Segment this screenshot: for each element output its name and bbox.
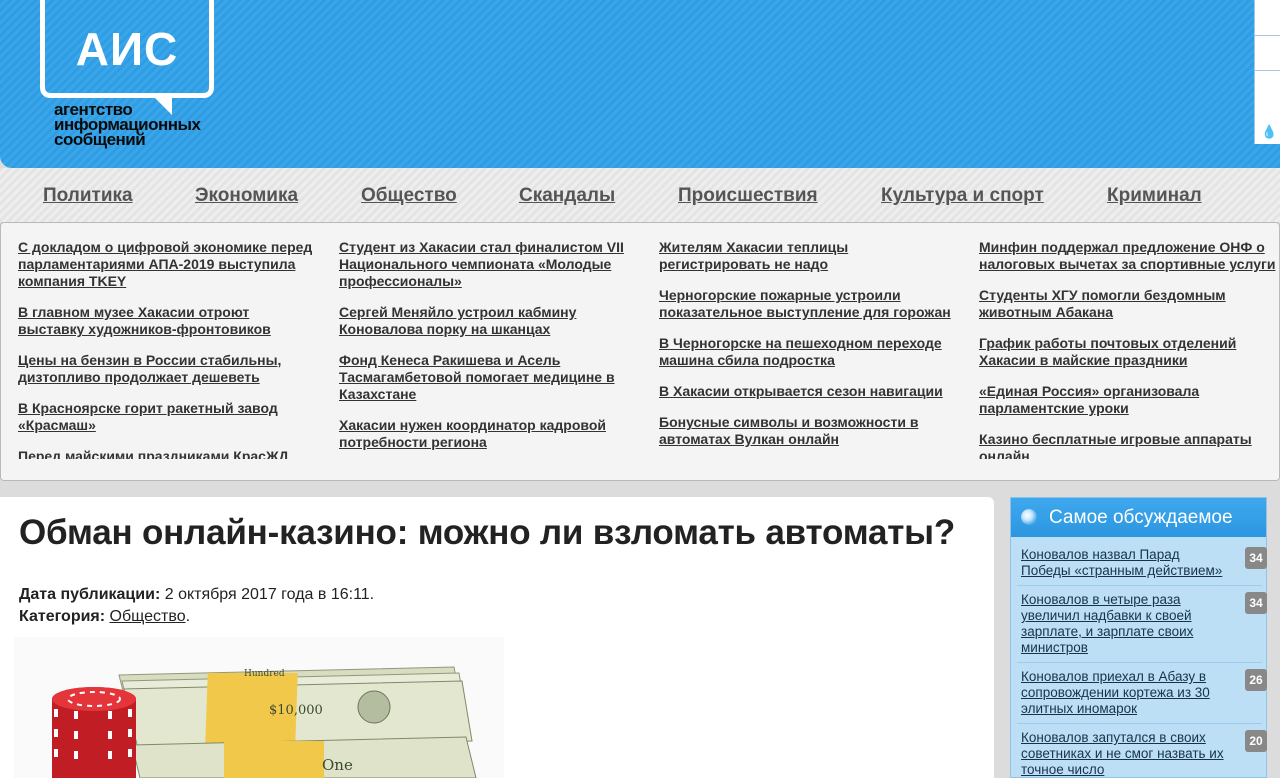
logo-subtitle-line: сообщений xyxy=(54,130,146,149)
discussed-item: Коновалов приехал в Абазу в сопровождени… xyxy=(1021,669,1267,717)
category-suffix: . xyxy=(185,608,191,625)
news-column: Минфин поддержал предложение ОНФ о налог… xyxy=(979,239,1279,459)
casino-chips xyxy=(52,687,136,778)
news-column: Студент из Хакасии стал финалистом VII Н… xyxy=(339,239,639,459)
comment-count-badge: 34 xyxy=(1245,547,1267,569)
discussed-item: Коновалов запутался в своих советниках и… xyxy=(1021,730,1267,778)
news-link[interactable]: Студенты ХГУ помогли бездомным животным … xyxy=(979,287,1279,321)
news-dropdown-panel: С докладом о цифровой экономике перед па… xyxy=(0,222,1280,481)
discussed-item: Коновалов в четыре раза увеличил надбавк… xyxy=(1021,592,1267,656)
banknote-value-text: $10,000 xyxy=(269,703,323,718)
discussed-link[interactable]: Коновалов в четыре раза увеличил надбавк… xyxy=(1021,592,1229,656)
news-column: Жителям Хакасии теплицы регистрировать н… xyxy=(659,239,959,459)
article: Обман онлайн-казино: можно ли взломать а… xyxy=(0,497,994,778)
nav-item-scandals[interactable]: Скандалы xyxy=(519,185,615,207)
sidebar-title: Самое обсуждаемое xyxy=(1049,507,1233,528)
discussed-item: Коновалов назвал Парад Победы «странным … xyxy=(1021,547,1267,579)
nav-item-incidents[interactable]: Происшествия xyxy=(678,185,818,207)
news-link[interactable]: Цены на бензин в России стабильны, дизто… xyxy=(18,352,318,386)
comment-count-badge: 26 xyxy=(1245,669,1267,691)
most-discussed-sidebar: Самое обсуждаемое Коновалов назвал Парад… xyxy=(1010,497,1267,778)
discussed-link[interactable]: Коновалов приехал в Абазу в сопровождени… xyxy=(1021,669,1229,717)
news-link[interactable]: С докладом о цифровой экономике перед па… xyxy=(18,239,318,290)
date-label: Дата публикации: xyxy=(19,586,161,603)
nav-item-economy[interactable]: Экономика xyxy=(195,185,298,207)
divider xyxy=(1017,662,1262,663)
comment-count-badge: 34 xyxy=(1245,592,1267,614)
discussed-link[interactable]: Коновалов запутался в своих советниках и… xyxy=(1021,730,1229,778)
divider xyxy=(1017,723,1262,724)
nav-item-politics[interactable]: Политика xyxy=(43,185,133,207)
news-link[interactable]: Фонд Кенеса Ракишева и Асель Тасмагамбет… xyxy=(339,352,639,403)
news-link[interactable]: Бонусные символы и возможности в автомат… xyxy=(659,414,959,448)
side-widget-tab[interactable] xyxy=(1255,35,1280,71)
news-link[interactable]: Перед майскими праздниками КрасЖД xyxy=(18,448,318,459)
news-link[interactable]: В Красноярске горит ракетный завод «Крас… xyxy=(18,400,318,434)
news-link[interactable]: «Единая Россия» организовала парламентск… xyxy=(979,383,1279,417)
discussed-link[interactable]: Коновалов назвал Парад Победы «странным … xyxy=(1021,547,1229,579)
news-link[interactable]: Казино бесплатные игровые аппараты онлай… xyxy=(979,431,1279,459)
nav-item-society[interactable]: Общество xyxy=(361,185,457,207)
bullet-icon xyxy=(1021,509,1037,525)
date-value: 2 октября 2017 года в 16:11. xyxy=(164,586,375,603)
category-label: Категория: xyxy=(19,608,106,625)
news-link[interactable]: Минфин поддержал предложение ОНФ о налог… xyxy=(979,239,1279,273)
banknote-stack: $10,000 One Hundred xyxy=(118,666,477,778)
comment-count-badge: 20 xyxy=(1245,730,1267,752)
money-casino-chips-illustration: $10,000 One Hundred xyxy=(52,666,477,778)
nav-item-crime[interactable]: Криминал xyxy=(1107,185,1202,207)
side-widget[interactable]: 💧 xyxy=(1254,0,1280,144)
news-link[interactable]: Хакасии нужен координатор кадровой потре… xyxy=(339,417,639,451)
article-image: $10,000 One Hundred xyxy=(14,637,504,778)
logo-text: АИС xyxy=(75,23,179,75)
article-title: Обман онлайн-казино: можно ли взломать а… xyxy=(19,513,956,552)
news-link[interactable]: График работы почтовых отделений Хакасии… xyxy=(979,335,1279,369)
banknote-text: Hundred xyxy=(244,669,285,679)
news-link[interactable]: Сергей Меняйло устроил кабмину Коновалов… xyxy=(339,304,639,338)
news-link[interactable]: Черногорские пожарные устроили показател… xyxy=(659,287,959,321)
category-link[interactable]: Общество xyxy=(110,608,186,625)
news-link[interactable]: Жителям Хакасии теплицы регистрировать н… xyxy=(659,239,959,273)
publication-date: Дата публикации: 2 октября 2017 года в 1… xyxy=(19,586,374,604)
logo-subtitle: агентство информационных сообщений xyxy=(54,101,201,149)
drop-icon: 💧 xyxy=(1261,124,1278,139)
site-header: АИС агентство информационных сообщений 💧 xyxy=(0,0,1280,168)
news-link[interactable]: В Черногорске на пешеходном переходе маш… xyxy=(659,335,959,369)
banknote-text: One xyxy=(322,756,353,774)
main-nav: Политика Экономика Общество Скандалы Про… xyxy=(0,168,1280,222)
news-link[interactable]: В главном музее Хакасии отроют выставку … xyxy=(18,304,318,338)
nav-item-culture-sport[interactable]: Культура и спорт xyxy=(881,185,1044,207)
divider xyxy=(1017,585,1262,586)
news-link[interactable]: Студент из Хакасии стал финалистом VII Н… xyxy=(339,239,639,290)
logo[interactable]: АИС xyxy=(40,0,214,98)
news-link[interactable]: В Хакасии открывается сезон навигации xyxy=(659,383,959,400)
sidebar-header: Самое обсуждаемое xyxy=(1011,498,1266,537)
news-column: С докладом о цифровой экономике перед па… xyxy=(18,239,318,459)
article-category: Категория: Общество. xyxy=(19,608,190,626)
